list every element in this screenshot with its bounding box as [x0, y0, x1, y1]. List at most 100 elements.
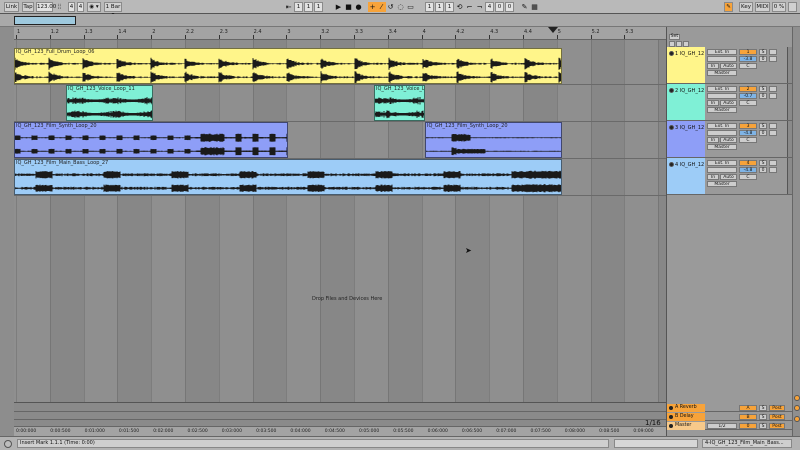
monitor-in-button[interactable]: In	[707, 174, 719, 180]
automation-arm-icon[interactable]: ⁄	[377, 2, 386, 12]
audio-clip[interactable]: IQ_GH_123_Voice_Loop	[374, 85, 425, 121]
pan-field[interactable]: C	[739, 100, 757, 106]
input-channel-chooser[interactable]	[707, 93, 737, 99]
monitor-auto-button[interactable]: Auto	[720, 100, 737, 106]
track-title-bar[interactable]: 2 IQ_GH_12	[667, 84, 705, 120]
solo-button[interactable]: S	[759, 160, 767, 166]
beat-time-ruler[interactable]: 1 1.2 1.3 1.4 2 2.2 2.3 2.4 3 3.2 3.3 3.4 4 4.2 4.3 4.4…	[14, 27, 666, 40]
track-activator-icon[interactable]	[669, 51, 674, 56]
record-icon[interactable]: ●	[354, 2, 363, 12]
follow-icon[interactable]: ⇤	[284, 2, 293, 12]
tap-tempo-button[interactable]: Tap	[22, 2, 34, 12]
send-b-knob[interactable]	[769, 93, 777, 99]
volume-field[interactable]: -4.8	[739, 130, 757, 136]
track-number-button[interactable]: 2	[739, 86, 757, 92]
tempo-field[interactable]: 123.00	[36, 2, 56, 12]
track-activator-icon[interactable]	[669, 162, 674, 167]
link-button[interactable]: Link	[4, 2, 19, 12]
monitor-in-button[interactable]: In	[707, 63, 719, 69]
return-pre-post-button[interactable]: Post	[769, 414, 785, 420]
arm-button[interactable]: 0	[759, 167, 767, 173]
capture-icon[interactable]: ◌	[396, 2, 405, 12]
volume-field[interactable]: -0.7	[739, 93, 757, 99]
return-number-button[interactable]: 0	[739, 423, 757, 429]
loop-start-sixteenth[interactable]: 1	[445, 2, 454, 12]
arm-button[interactable]: 0	[759, 93, 767, 99]
track-activator-icon[interactable]	[669, 125, 674, 130]
track-number-button[interactable]: 3	[739, 123, 757, 129]
solo-button[interactable]: S	[759, 86, 767, 92]
audio-clip[interactable]: IQ_GH_123_Film_Synth_Loop_20	[14, 122, 288, 158]
solo-button[interactable]: S	[759, 49, 767, 55]
quantize-menu[interactable]: 1 Bar ▾	[104, 2, 122, 18]
output-chooser[interactable]: Master	[707, 181, 737, 187]
time-signature-numerator[interactable]: 4	[68, 2, 75, 12]
return-solo-button[interactable]: S	[759, 405, 767, 411]
return-number-button[interactable]: A	[739, 405, 757, 411]
input-type-chooser[interactable]: Ext. In	[707, 123, 737, 129]
arm-button[interactable]: 0	[759, 130, 767, 136]
audio-clip[interactable]: IQ_GH_123_Film_Main_Bass_Loop_27	[14, 159, 562, 195]
track-title-bar[interactable]: 4 IQ_GH_12	[667, 158, 705, 194]
arrangement-view[interactable]: IQ_GH_123_Full_Drum_Loop_06 IQ_GH_123_Voi…	[14, 40, 666, 402]
return-number-button[interactable]: B	[739, 414, 757, 420]
loop-length-bar[interactable]: 4	[485, 2, 494, 12]
return-pre-post-button[interactable]: Post	[769, 423, 785, 429]
output-chooser[interactable]: Master	[707, 144, 737, 150]
mini-overview[interactable]	[614, 439, 698, 448]
play-icon[interactable]: ▶	[334, 2, 343, 12]
pan-field[interactable]: C	[739, 174, 757, 180]
audio-clip[interactable]: IQ_GH_123_Voice_Loop_11	[66, 85, 153, 121]
send-a-knob[interactable]	[769, 86, 777, 92]
send-b-knob[interactable]	[769, 130, 777, 136]
arm-button[interactable]: 0	[759, 56, 767, 62]
output-chooser[interactable]: Master	[707, 70, 737, 76]
arrangement-position-sixteenth[interactable]: 1	[314, 2, 323, 12]
volume-field[interactable]: -3.8	[739, 56, 757, 62]
solo-button[interactable]: S	[759, 123, 767, 129]
input-type-chooser[interactable]: Ext. In	[707, 160, 737, 166]
draw-mode-icon[interactable]: ✎	[520, 2, 529, 12]
input-type-chooser[interactable]: Ext. In	[707, 86, 737, 92]
track-number-button[interactable]: 1	[739, 49, 757, 55]
return-activator-icon[interactable]	[669, 406, 673, 410]
computer-midi-keyboard-icon[interactable]: ▦	[530, 2, 539, 12]
return-solo-button[interactable]: S	[759, 423, 767, 429]
arrangement-overview[interactable]	[0, 14, 800, 27]
set-button[interactable]: Set	[669, 34, 680, 40]
volume-field[interactable]: -4.8	[739, 167, 757, 173]
audio-clip[interactable]: IQ_GH_123_Full_Drum_Loop_06	[14, 48, 562, 84]
arrangement-position-beat[interactable]: 1	[304, 2, 313, 12]
metronome-button[interactable]: ◉ ▾	[87, 2, 101, 12]
audio-clip[interactable]: IQ_GH_123_Film_Synth_Loop_20	[425, 122, 562, 158]
overview-viewport[interactable]	[14, 16, 76, 25]
key-map-icon[interactable]: ✎	[724, 2, 733, 12]
re-enable-automation-icon[interactable]: ↺	[386, 2, 395, 12]
loop-length-beat[interactable]: 0	[495, 2, 504, 12]
return-solo-button[interactable]: S	[759, 414, 767, 420]
output-chooser[interactable]: Master	[707, 107, 737, 113]
monitor-auto-button[interactable]: Auto	[720, 137, 737, 143]
scene-toggle-icon[interactable]	[794, 405, 800, 411]
send-a-knob[interactable]	[769, 160, 777, 166]
send-b-knob[interactable]	[769, 56, 777, 62]
mixer-scrollbar[interactable]	[792, 27, 800, 436]
monitor-in-button[interactable]: In	[707, 100, 719, 106]
return-activator-icon[interactable]	[669, 415, 673, 419]
track-title-bar[interactable]: 1 IQ_GH_12	[667, 47, 705, 83]
pan-field[interactable]: C	[739, 63, 757, 69]
overdub-icon[interactable]: +	[368, 2, 377, 12]
pan-field[interactable]: C	[739, 137, 757, 143]
punch-in-icon[interactable]: ⌐	[465, 2, 474, 12]
key-map-button[interactable]: Key	[739, 2, 753, 12]
monitor-auto-button[interactable]: Auto	[720, 63, 737, 69]
track-activator-icon[interactable]	[669, 88, 674, 93]
tempo-nudge-icon[interactable]: ⦙⦙	[55, 2, 64, 12]
send-a-knob[interactable]	[769, 123, 777, 129]
return-section-toggle-icon[interactable]	[794, 395, 800, 401]
input-channel-chooser[interactable]	[707, 130, 737, 136]
time-ruler[interactable]: 0:00:000 0:00:500 0:01:000 0:01:500 0:02:000…	[14, 426, 666, 436]
time-signature-denominator[interactable]: 4	[77, 2, 84, 12]
arrangement-position-bar[interactable]: 1	[294, 2, 303, 12]
loop-start-bar[interactable]: 1	[425, 2, 434, 12]
